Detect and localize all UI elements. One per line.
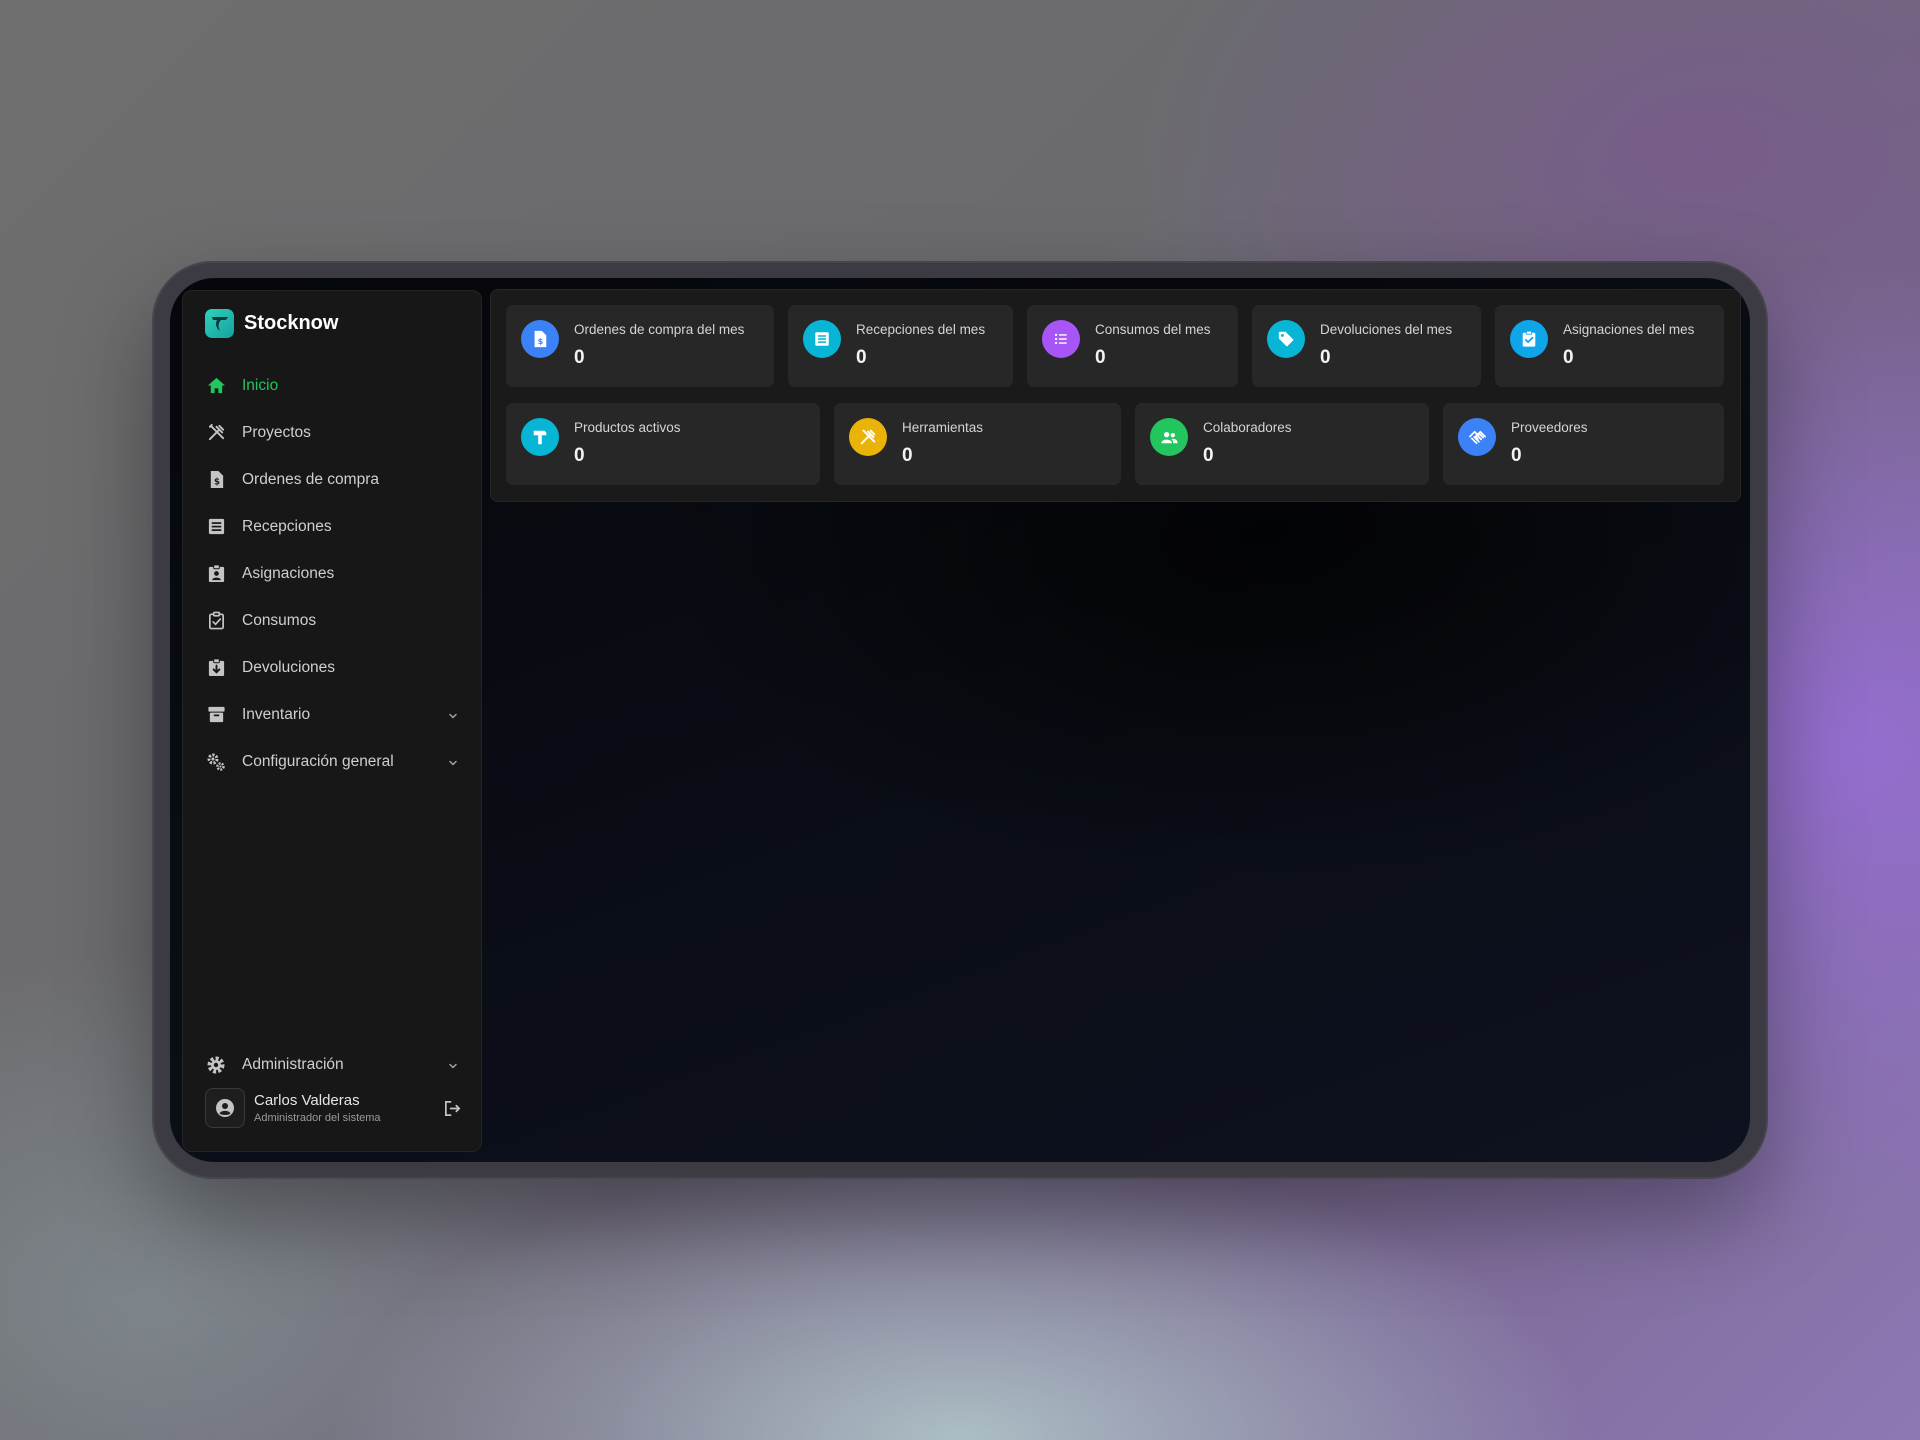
sidebar-item-ordenes-de-compra[interactable]: $ Ordenes de compra	[205, 456, 463, 503]
stat-card-productos-activos[interactable]: Productos activos 0	[506, 403, 820, 485]
sidebar-item-label: Ordenes de compra	[242, 470, 379, 488]
chevron-down-icon[interactable]	[447, 709, 459, 721]
sidebar-item-inicio[interactable]: Inicio	[205, 362, 463, 409]
stat-label: Colaboradores	[1203, 420, 1292, 435]
chevron-down-icon[interactable]	[447, 1059, 459, 1071]
stat-label: Ordenes de compra del mes	[574, 322, 745, 337]
stat-label: Productos activos	[574, 420, 681, 435]
app-screen: Stocknow Inicio Proyectos $ Ordenes de c…	[170, 278, 1750, 1162]
sidebar-item-label: Inventario	[242, 705, 311, 723]
sidebar-item-label: Configuración general	[242, 752, 394, 770]
stat-value: 0	[1203, 445, 1214, 466]
sidebar-item-consumos[interactable]: Consumos	[205, 597, 463, 644]
stat-value: 0	[856, 347, 867, 368]
sidebar-item-inventario[interactable]: Inventario	[205, 691, 463, 738]
sidebar-item-asignaciones[interactable]: Asignaciones	[205, 550, 463, 597]
stat-card-consumos[interactable]: Consumos del mes 0	[1027, 305, 1238, 387]
stat-card-herramientas[interactable]: Herramientas 0	[834, 403, 1121, 485]
home-icon	[205, 375, 227, 397]
user-role: Administrador del sistema	[254, 1112, 381, 1124]
stat-label: Recepciones del mes	[856, 322, 986, 337]
gears-icon	[205, 751, 227, 773]
clipboard-check-icon	[1510, 320, 1548, 358]
admin-section: Administración	[205, 1041, 463, 1088]
stat-label: Consumos del mes	[1095, 322, 1211, 337]
logout-icon[interactable]	[441, 1097, 463, 1119]
stat-value: 0	[574, 445, 585, 466]
user-info: Carlos Valderas Administrador del sistem…	[254, 1092, 441, 1124]
stat-card-colaboradores[interactable]: Colaboradores 0	[1135, 403, 1429, 485]
user-profile: Carlos Valderas Administrador del sistem…	[205, 1086, 463, 1130]
clipboard-return-icon	[205, 657, 227, 679]
handshake-icon	[1458, 418, 1496, 456]
hammer-icon	[521, 418, 559, 456]
sidebar-item-label: Proyectos	[242, 423, 311, 441]
clipboard-user-icon	[205, 563, 227, 585]
stocknow-logo-icon	[205, 309, 234, 338]
stat-value: 0	[1563, 347, 1574, 368]
tools-icon	[849, 418, 887, 456]
stat-label: Devoluciones del mes	[1320, 322, 1453, 337]
sidebar-item-label: Inicio	[242, 376, 279, 394]
stat-card-devoluciones[interactable]: Devoluciones del mes 0	[1252, 305, 1481, 387]
sidebar-item-administracion[interactable]: Administración	[205, 1041, 463, 1088]
stat-value: 0	[574, 347, 585, 368]
stat-label: Proveedores	[1511, 420, 1588, 435]
users-icon	[1150, 418, 1188, 456]
sidebar-item-devoluciones[interactable]: Devoluciones	[205, 644, 463, 691]
sidebar-item-configuracion-general[interactable]: Configuración general	[205, 738, 463, 785]
list-icon	[803, 320, 841, 358]
user-name: Carlos Valderas	[254, 1092, 360, 1109]
stat-value: 0	[1095, 347, 1106, 368]
tools-icon	[205, 422, 227, 444]
sidebar-item-label: Asignaciones	[242, 564, 335, 582]
sidebar-item-label: Recepciones	[242, 517, 332, 535]
sidebar-item-label: Devoluciones	[242, 658, 336, 676]
stat-card-recepciones[interactable]: Recepciones del mes 0	[788, 305, 1013, 387]
sidebar-nav: Inicio Proyectos $ Ordenes de compra Rec…	[205, 362, 463, 785]
brand-name: Stocknow	[244, 312, 339, 334]
invoice-icon: $	[205, 469, 227, 491]
clipboard-check-icon	[205, 610, 227, 632]
stat-value: 0	[1511, 445, 1522, 466]
sidebar-item-recepciones[interactable]: Recepciones	[205, 503, 463, 550]
sidebar-item-proyectos[interactable]: Proyectos	[205, 409, 463, 456]
stat-label: Herramientas	[902, 420, 984, 435]
svg-text:$: $	[213, 478, 219, 488]
stat-label: Asignaciones del mes	[1563, 322, 1695, 337]
sidebar: Stocknow Inicio Proyectos $ Ordenes de c…	[182, 290, 482, 1152]
tag-icon	[1267, 320, 1305, 358]
avatar[interactable]	[205, 1088, 245, 1128]
invoice-icon: $	[521, 320, 559, 358]
archive-icon	[205, 704, 227, 726]
gear-icon	[205, 1054, 227, 1076]
list-icon	[205, 516, 227, 538]
list-icon	[1042, 320, 1080, 358]
stat-card-asignaciones[interactable]: Asignaciones del mes 0	[1495, 305, 1724, 387]
stat-card-proveedores[interactable]: Proveedores 0	[1443, 403, 1724, 485]
sidebar-item-label: Administración	[242, 1055, 344, 1073]
stat-card-ordenes-de-compra[interactable]: $ Ordenes de compra del mes 0	[506, 305, 774, 387]
sidebar-item-label: Consumos	[242, 611, 317, 629]
svg-text:$: $	[538, 336, 544, 346]
stat-value: 0	[902, 445, 913, 466]
stats-panel: $ Ordenes de compra del mes 0 Recepcione…	[490, 289, 1741, 502]
stat-value: 0	[1320, 347, 1331, 368]
device-frame: Stocknow Inicio Proyectos $ Ordenes de c…	[152, 261, 1768, 1179]
chevron-down-icon[interactable]	[447, 756, 459, 768]
brand[interactable]: Stocknow	[205, 309, 338, 338]
